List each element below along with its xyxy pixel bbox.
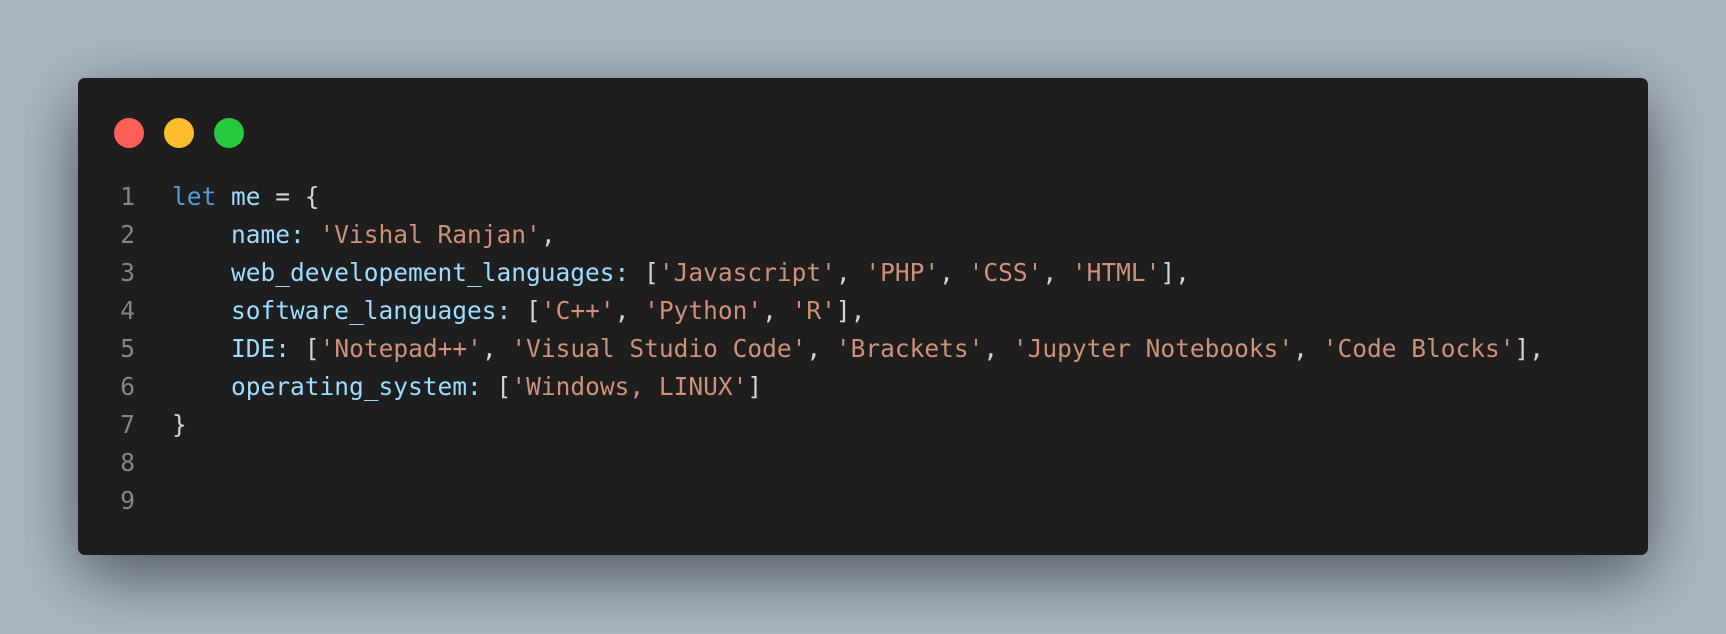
line-number: 1 — [120, 182, 135, 211]
line-content: name: 'Vishal Ranjan', — [135, 216, 1648, 254]
punctuation: ], — [1160, 258, 1190, 287]
line-content: IDE: ['Notepad++', 'Visual Studio Code',… — [231, 334, 1544, 363]
property-key: name: — [231, 220, 305, 249]
line-number: 2 — [120, 220, 135, 249]
line-content: let me = { — [135, 178, 1648, 216]
line-number: 8 — [120, 448, 135, 477]
keyword: let — [172, 182, 217, 211]
string-value: 'CSS' — [968, 258, 1043, 287]
minimize-dot-icon[interactable] — [164, 118, 194, 148]
string-value: 'Python' — [644, 296, 763, 325]
code-editor[interactable]: 1 let me = { 2 name: 'Vishal Ranjan', 3 … — [78, 178, 1648, 520]
line-content — [135, 482, 1648, 520]
variable-name: me — [231, 182, 261, 211]
string-value: 'Visual Studio Code' — [511, 334, 807, 363]
code-line: 7 } — [78, 406, 1648, 444]
line-number: 4 — [120, 296, 135, 325]
punctuation: ], — [835, 296, 866, 325]
punctuation: , — [540, 220, 556, 249]
line-number: 9 — [120, 486, 135, 515]
code-line: 4 software_languages: ['C++', 'Python', … — [78, 292, 1648, 330]
line-content: operating_system: ['Windows, LINUX'] — [231, 372, 763, 401]
maximize-dot-icon[interactable] — [214, 118, 244, 148]
punctuation: ], — [1514, 334, 1544, 363]
window-controls — [114, 118, 244, 148]
code-line: 1 let me = { — [78, 178, 1648, 216]
string-value: 'Code Blocks' — [1322, 334, 1515, 363]
property-key: software_languages: — [231, 296, 512, 325]
property-key: IDE: — [231, 334, 291, 363]
string-value: 'R' — [791, 296, 836, 325]
string-value: 'Brackets' — [835, 334, 984, 363]
code-line: 3 web_developement_languages: ['Javascri… — [78, 254, 1648, 292]
line-number: 6 — [120, 372, 135, 401]
string-value: 'HTML' — [1071, 258, 1161, 287]
string-value: 'Jupyter Notebooks' — [1012, 334, 1294, 363]
property-key: web_developement_languages: — [231, 258, 630, 287]
line-number: 5 — [120, 334, 135, 363]
string-value: 'C++' — [540, 296, 615, 325]
line-number: 3 — [120, 258, 135, 287]
operator: = { — [260, 182, 320, 211]
line-content: software_languages: ['C++', 'Python', 'R… — [231, 296, 866, 325]
code-line: 6 operating_system: ['Windows, LINUX'] — [78, 368, 1648, 406]
string-value: 'Notepad++' — [319, 334, 482, 363]
code-line: 9 — [78, 482, 1648, 520]
line-content: } — [135, 406, 1648, 444]
string-value: 'PHP' — [865, 258, 940, 287]
punctuation: ] — [747, 372, 763, 401]
string-value: 'Javascript' — [658, 258, 836, 287]
code-line: 8 — [78, 444, 1648, 482]
property-key: operating_system: — [231, 372, 482, 401]
code-window: 1 let me = { 2 name: 'Vishal Ranjan', 3 … — [78, 78, 1648, 555]
close-dot-icon[interactable] — [114, 118, 144, 148]
line-content — [135, 444, 1648, 482]
closing-brace: } — [172, 410, 187, 439]
string-value: 'Windows, LINUX' — [511, 372, 748, 401]
line-content: web_developement_languages: ['Javascript… — [231, 258, 1190, 287]
string-value: 'Vishal Ranjan' — [319, 220, 541, 249]
line-number: 7 — [120, 410, 135, 439]
code-line: 5 IDE: ['Notepad++', 'Visual Studio Code… — [78, 330, 1648, 368]
code-line: 2 name: 'Vishal Ranjan', — [78, 216, 1648, 254]
